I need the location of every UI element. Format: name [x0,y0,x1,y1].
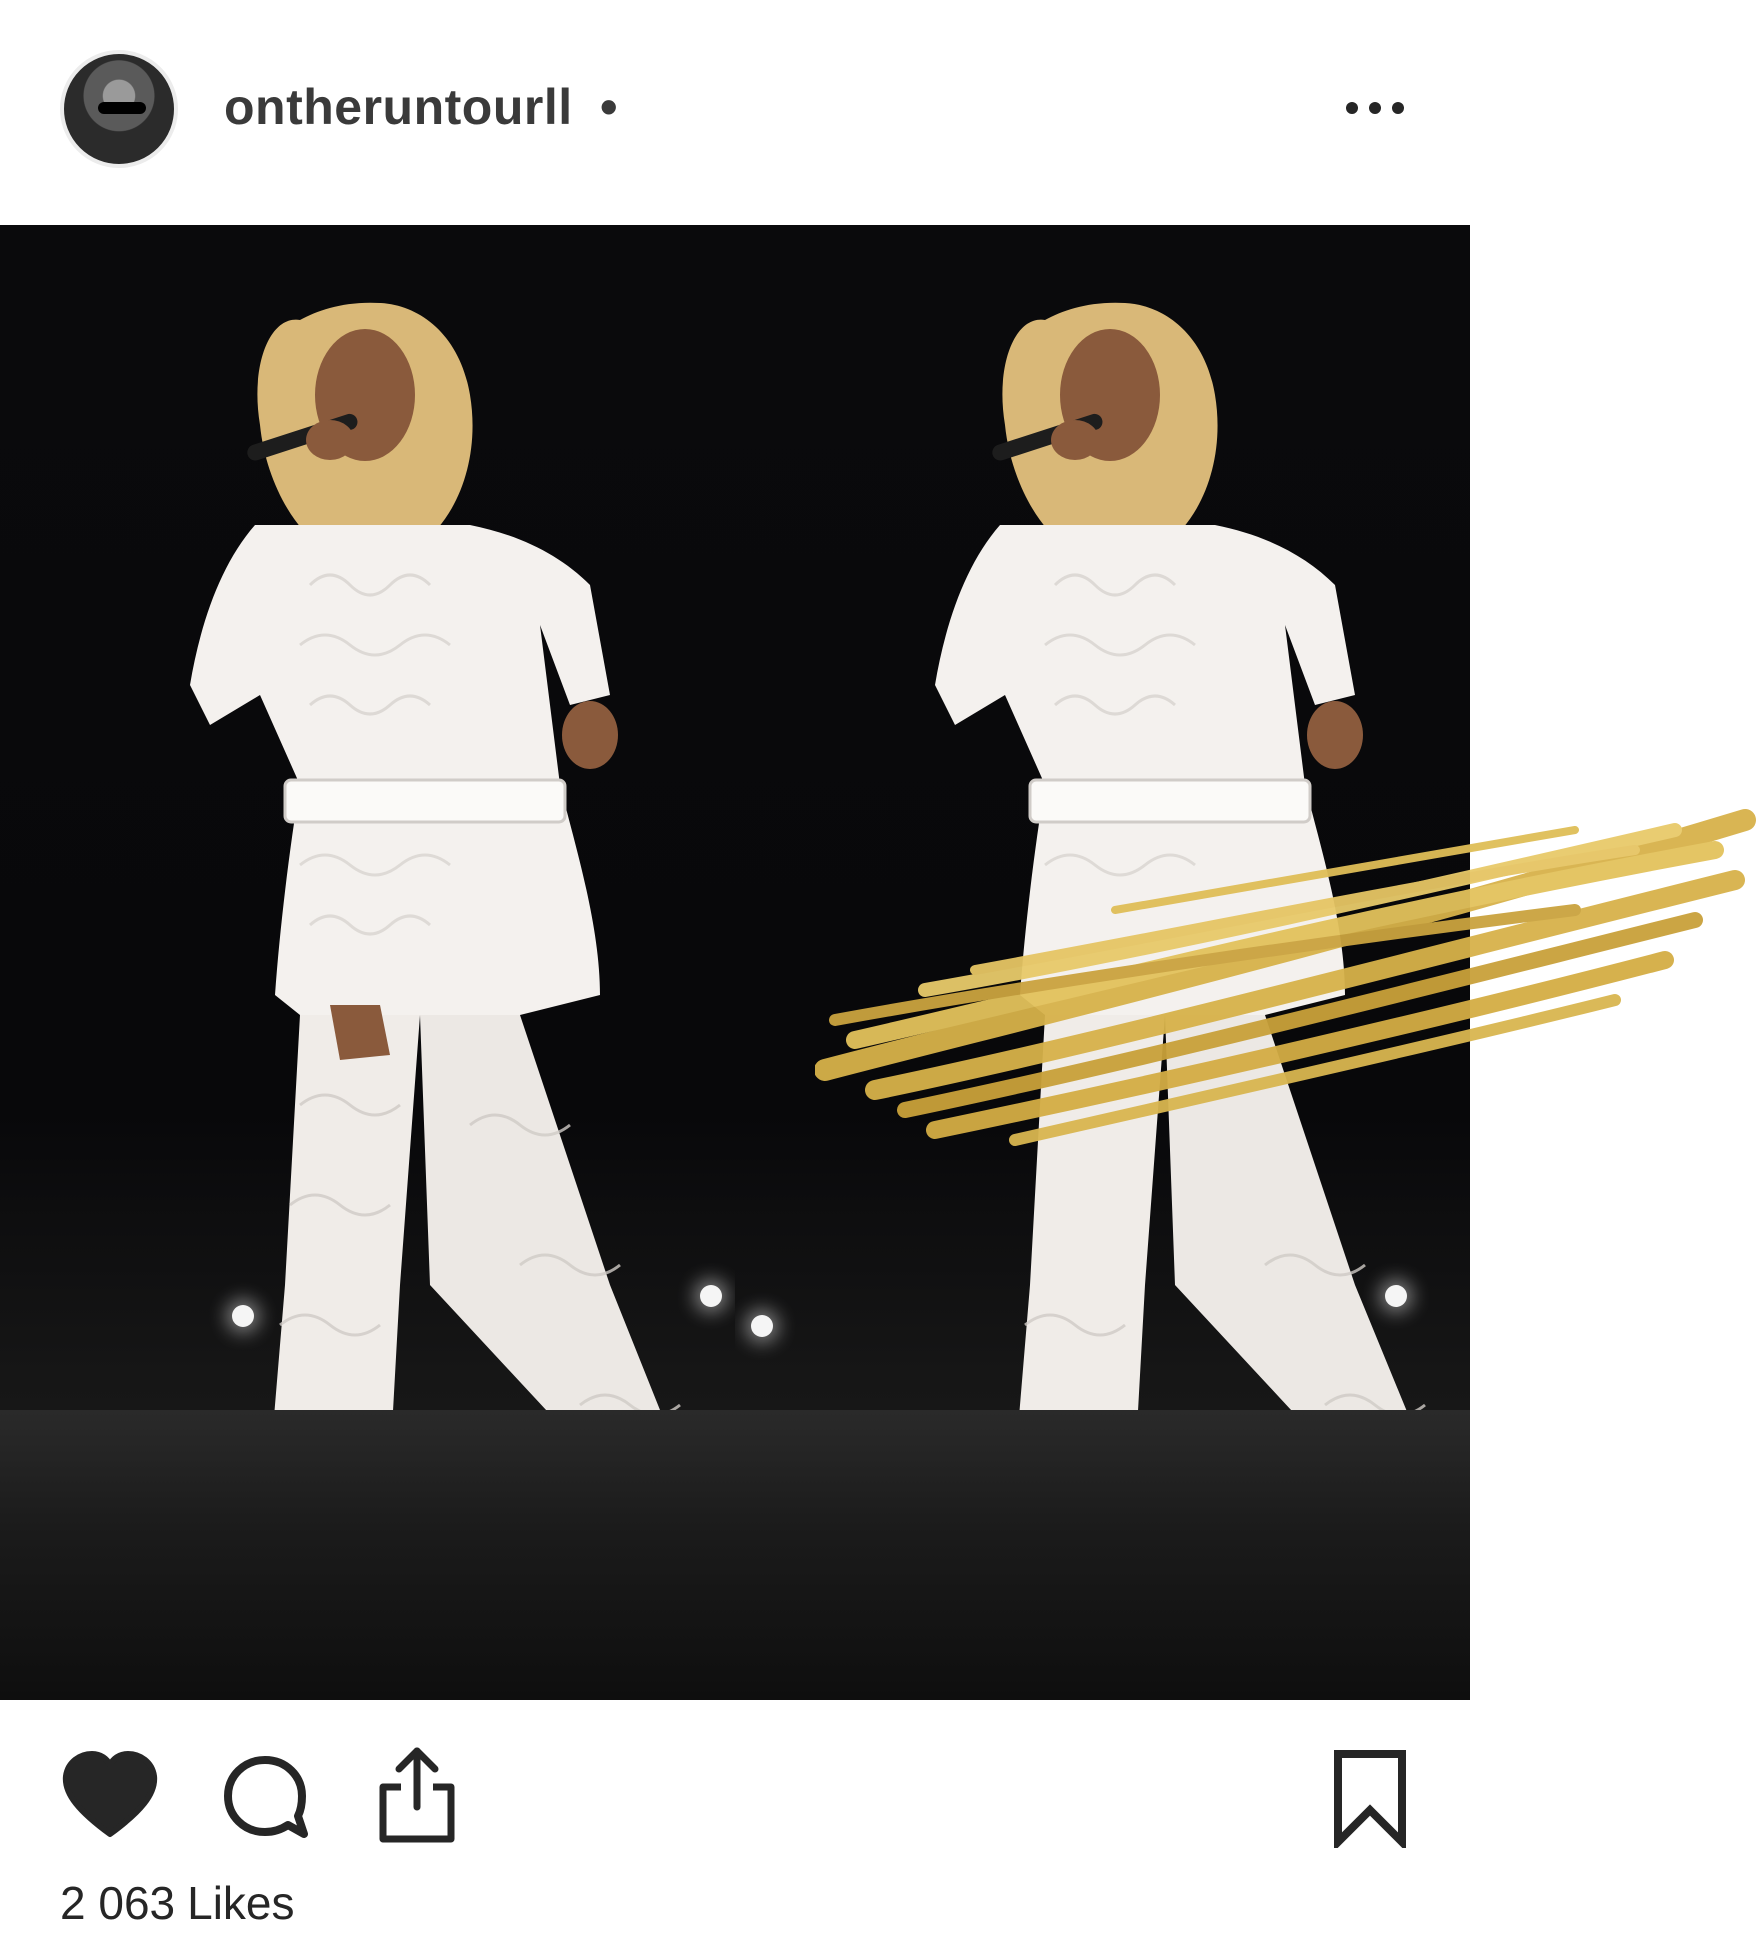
sunglasses-detail [98,102,146,114]
share-icon[interactable] [375,1745,459,1845]
heart-icon[interactable] [60,1750,160,1840]
stage-floor [0,1410,735,1700]
photo-panel-left [0,225,735,1700]
stage-light [700,1285,722,1307]
stage-light [1385,1285,1407,1307]
comment-icon[interactable] [220,1752,310,1842]
username-separator: • [600,79,618,135]
photo-panel-right [735,225,1470,1700]
post-photo[interactable] [0,225,1470,1700]
username[interactable]: ontheruntourll [224,78,573,136]
more-options-icon[interactable] [1340,88,1410,128]
avatar[interactable] [60,50,178,168]
likes-count-line[interactable]: 2 063 Likes [60,1876,295,1930]
stage-floor [735,1410,1470,1700]
stage-light [232,1305,254,1327]
stage-light [751,1315,773,1337]
bookmark-icon[interactable] [1330,1748,1410,1848]
likes-label: Likes [187,1877,295,1929]
action-bar [0,1730,1760,1850]
likes-count: 2 063 [60,1877,176,1929]
post-header: ontheruntourll • [0,0,1760,200]
